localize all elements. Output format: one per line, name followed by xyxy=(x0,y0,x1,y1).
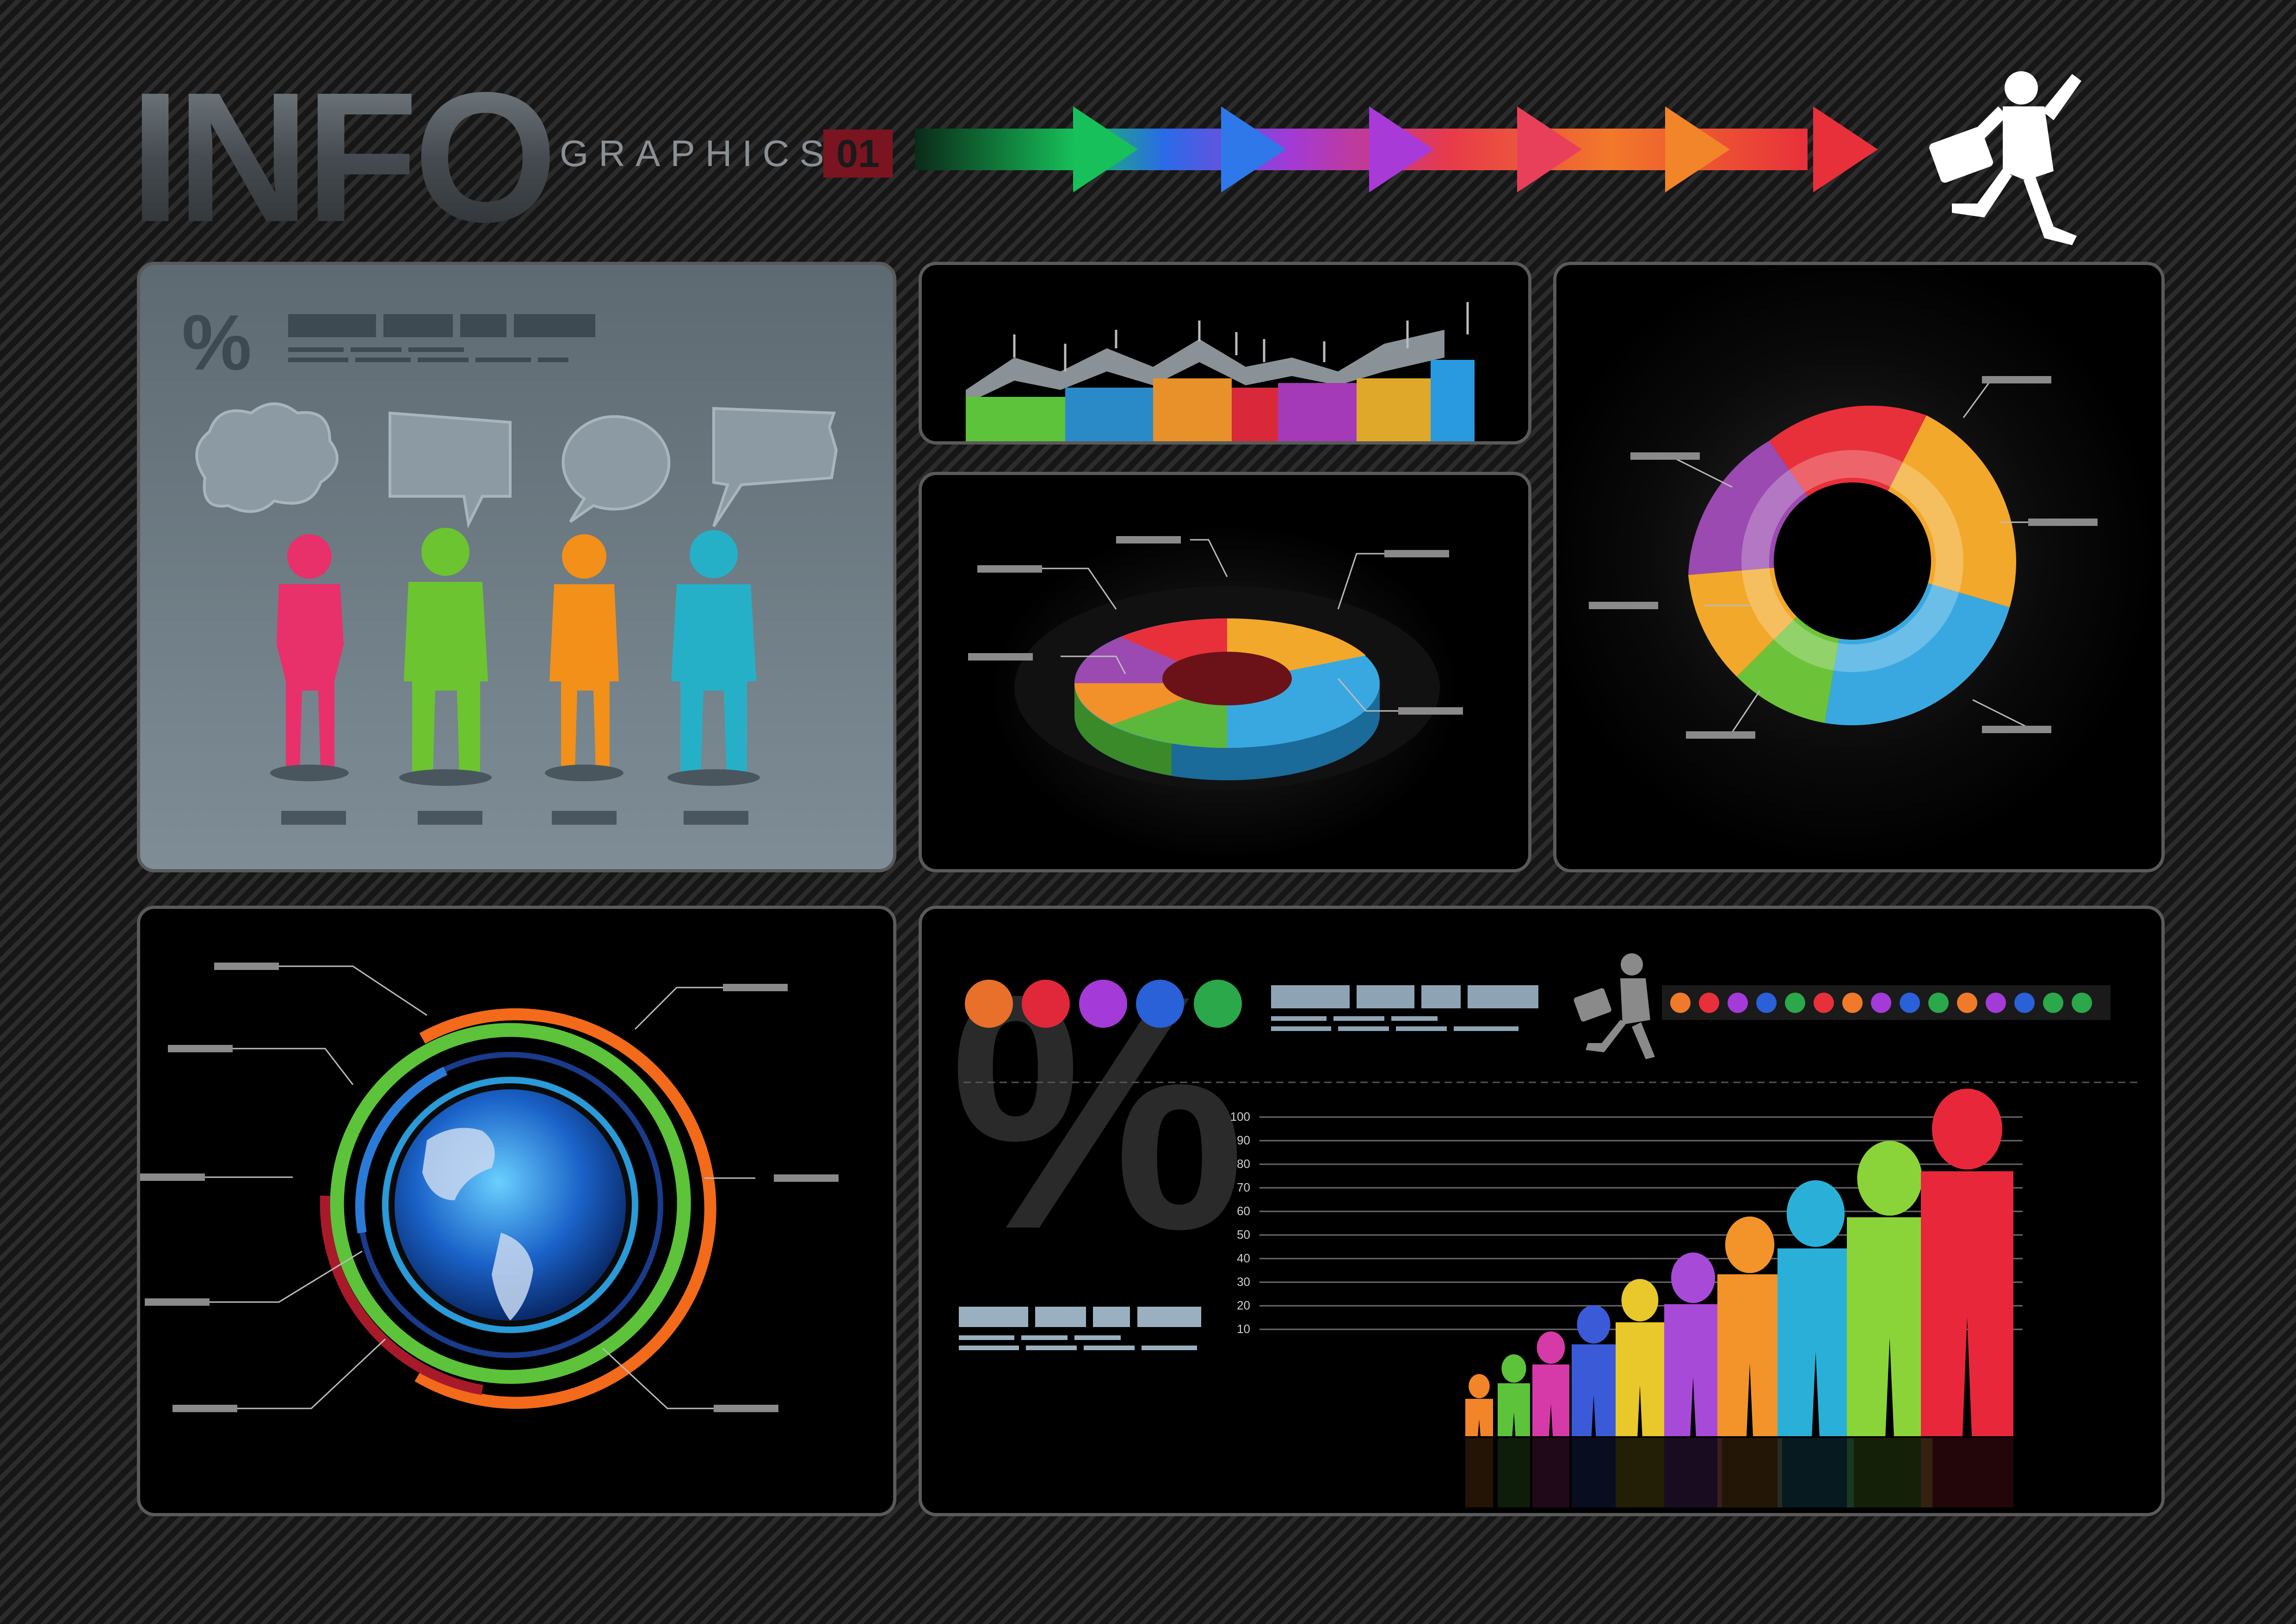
y-tick-label: 20 xyxy=(1237,1298,1250,1312)
legend-balls xyxy=(965,980,1242,1028)
figure-head xyxy=(1671,1252,1715,1303)
small-dot xyxy=(1756,993,1777,1013)
figure-head xyxy=(1857,1141,1922,1216)
businessman-running-icon xyxy=(1929,71,2081,245)
bar-figure xyxy=(1616,1279,1664,1507)
figure-head xyxy=(1786,1180,1845,1247)
y-tick-label: 60 xyxy=(1237,1204,1250,1218)
people-bars-panel: % 100 90 80 70 60 50 40 30 20 10 xyxy=(919,906,2165,1516)
small-dot xyxy=(1842,993,1863,1013)
people-speech-panel: % xyxy=(137,262,896,872)
y-tick-label: 100 xyxy=(1230,1110,1250,1124)
figure-body xyxy=(1921,1171,2013,1436)
people-speech-graphic xyxy=(195,314,838,825)
ring-chart-panel xyxy=(1553,262,2165,872)
figure-reflection xyxy=(1664,1438,1722,1507)
y-tick-label: 70 xyxy=(1237,1180,1250,1194)
small-dot xyxy=(1670,993,1691,1013)
donut-3d xyxy=(968,536,1463,790)
small-dot xyxy=(1957,993,1977,1013)
small-dot xyxy=(1928,993,1949,1013)
bar-figure xyxy=(1717,1216,1782,1507)
figure-body xyxy=(1664,1304,1722,1436)
strip-chart xyxy=(966,302,1475,441)
small-dot xyxy=(1814,993,1834,1013)
figure-reflection xyxy=(1717,1438,1782,1507)
figure-reflection xyxy=(1572,1438,1616,1507)
legend-text-bars xyxy=(1271,985,1538,1031)
figure-head xyxy=(1621,1279,1659,1321)
bar-figure xyxy=(1778,1180,1854,1507)
figure-orange xyxy=(545,534,623,781)
figure-head xyxy=(1501,1354,1526,1383)
small-dot xyxy=(1699,993,1719,1013)
small-dot xyxy=(1728,993,1748,1013)
text-placeholder-bars xyxy=(288,314,595,362)
figure-reflection xyxy=(1616,1438,1664,1507)
figure-reflection xyxy=(1465,1438,1493,1507)
figure-labels xyxy=(281,811,748,825)
ring-chart xyxy=(1589,376,2098,739)
figure-head xyxy=(1537,1331,1565,1364)
figure-reflection xyxy=(1921,1438,2013,1507)
figure-body xyxy=(1465,1399,1493,1436)
ring-hole xyxy=(1774,482,1931,640)
figure-body xyxy=(1572,1344,1616,1436)
figure-head xyxy=(1577,1305,1611,1344)
bar-figure xyxy=(1847,1141,1932,1507)
y-tick-label: 50 xyxy=(1237,1228,1250,1241)
bar-figure xyxy=(1921,1088,2013,1507)
figure-pink xyxy=(270,534,349,781)
figure-head xyxy=(1725,1216,1775,1273)
y-tick-label: 30 xyxy=(1237,1275,1250,1289)
figure-body xyxy=(1616,1322,1664,1436)
figure-body xyxy=(1778,1248,1854,1436)
figure-head xyxy=(1932,1088,2002,1170)
y-tick-label: 80 xyxy=(1237,1157,1250,1171)
figure-body xyxy=(1847,1217,1932,1436)
small-dot xyxy=(1986,993,2006,1013)
flag-bubble-icon xyxy=(712,407,838,527)
people-bars-chart xyxy=(959,953,2138,1507)
small-dot xyxy=(1900,993,1920,1013)
small-dot xyxy=(1785,993,1805,1013)
pct-text-bars xyxy=(959,1307,1201,1350)
speech-bubbles xyxy=(195,402,838,529)
bar-figures xyxy=(1465,1088,2013,1507)
figure-head xyxy=(1469,1374,1490,1399)
rect-bubble-icon xyxy=(389,411,512,529)
figure-green xyxy=(399,528,492,786)
globe-rings-panel xyxy=(137,906,896,1516)
cloud-bubble-icon xyxy=(195,402,339,513)
figure-body xyxy=(1532,1364,1569,1436)
y-tick-label: 90 xyxy=(1237,1133,1250,1147)
y-tick-label: 10 xyxy=(1237,1322,1250,1336)
dot-row xyxy=(1670,993,2092,1013)
donut-3d-panel xyxy=(919,472,1531,872)
small-dot xyxy=(2072,993,2092,1013)
figure-reflection xyxy=(1778,1438,1854,1507)
figure-reflection xyxy=(1532,1438,1569,1507)
bar-figure xyxy=(1572,1305,1616,1507)
figure-body xyxy=(1717,1274,1782,1436)
y-tick-label: 40 xyxy=(1237,1251,1250,1265)
donut-hole xyxy=(1162,652,1292,705)
figure-reflection xyxy=(1498,1438,1530,1507)
small-dot xyxy=(2014,993,2035,1013)
strip-chart-panel xyxy=(919,262,1531,445)
bar-figure xyxy=(1532,1331,1569,1507)
figure-teal xyxy=(667,530,760,786)
small-dot xyxy=(1871,993,1891,1013)
small-dot xyxy=(2043,993,2063,1013)
bar-figure xyxy=(1498,1354,1530,1507)
globe-rings xyxy=(140,963,839,1412)
businessman-running-icon xyxy=(1574,953,1655,1059)
figure-body xyxy=(1498,1383,1530,1436)
figure-reflection xyxy=(1847,1438,1932,1507)
round-bubble-icon xyxy=(562,415,671,523)
bar-figure xyxy=(1664,1252,1722,1507)
bar-figure xyxy=(1465,1374,1493,1507)
